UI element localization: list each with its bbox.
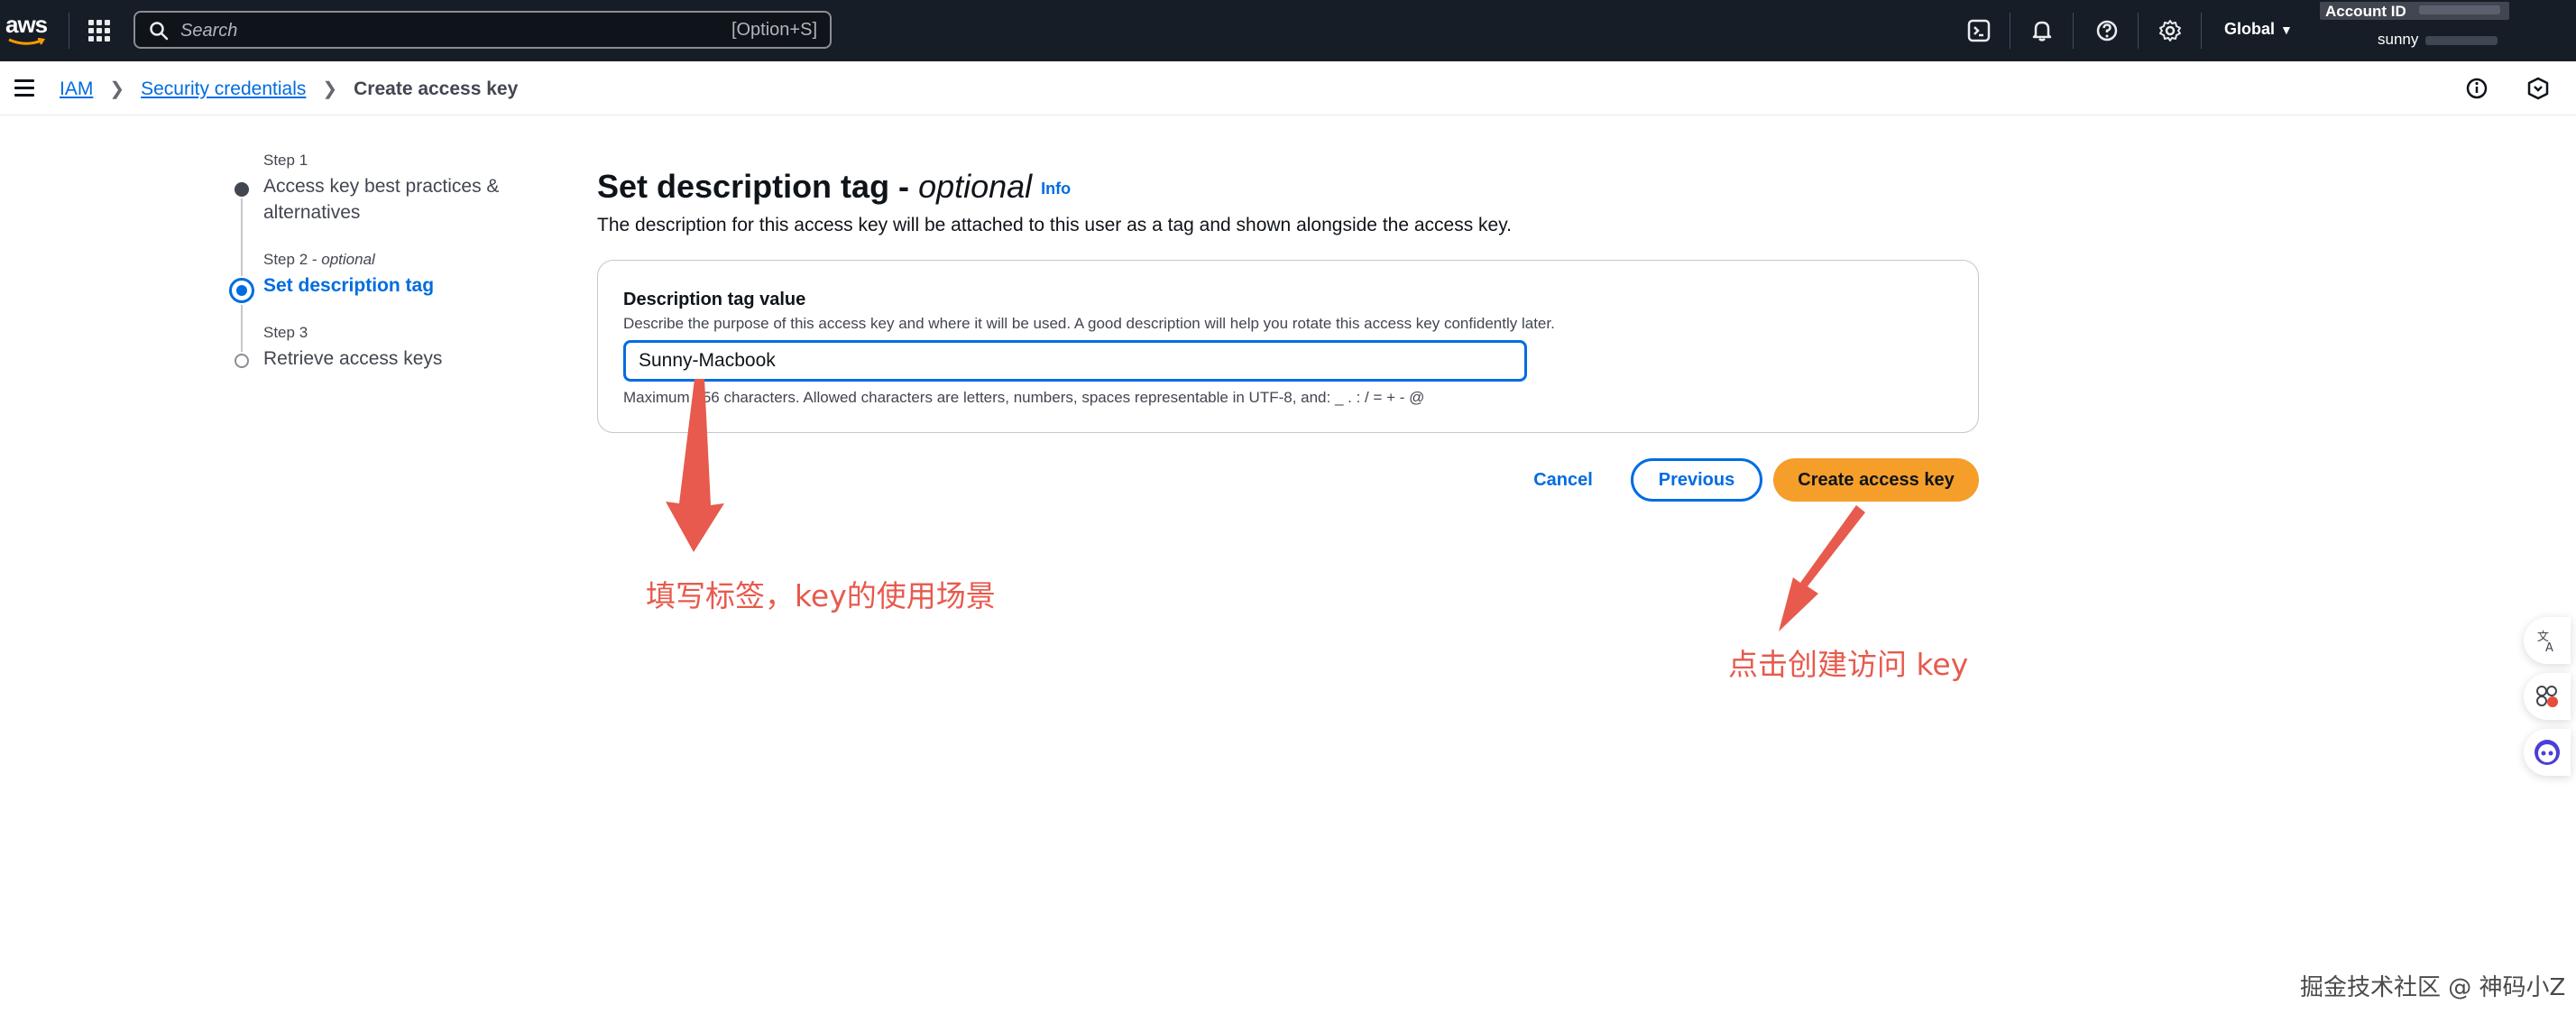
wizard-step-3: Step 3 Retrieve access keys <box>216 324 514 372</box>
account-id-badge: Account ID <box>2320 2 2509 20</box>
annotation-arrow-down-left <box>1779 505 1865 631</box>
step-optional-label: optional <box>321 251 375 268</box>
page-title: Set description tag - optional Info <box>597 168 1072 205</box>
breadcrumb-bar: IAM ❯ Security credentials ❯ Create acce… <box>0 61 2576 115</box>
chevron-right-icon: ❯ <box>109 79 125 99</box>
description-tag-input[interactable] <box>623 340 1527 382</box>
apps-badge-icon[interactable] <box>2524 673 2571 720</box>
step-label: Retrieve access keys <box>263 348 443 369</box>
wizard-step-1[interactable]: Step 1 Access key best practices & alter… <box>216 152 514 251</box>
field-constraint-hint: Maximum 256 characters. Allowed characte… <box>623 389 1425 406</box>
feedback-icon[interactable] <box>2525 76 2551 101</box>
step-number: Step 2 - optional <box>263 251 375 268</box>
aws-logo-text: aws <box>5 11 48 38</box>
cancel-button[interactable]: Cancel <box>1519 458 1607 502</box>
search-icon <box>150 22 169 41</box>
nav-divider <box>2201 13 2202 49</box>
account-id-label: Account ID <box>2325 3 2406 20</box>
info-panel-icon[interactable] <box>2464 76 2489 101</box>
search-input[interactable] <box>179 18 633 43</box>
aws-logo[interactable]: aws <box>5 11 49 51</box>
translate-icon[interactable]: 文A <box>2524 617 2571 664</box>
watermark: 掘金技术社区 @ 神码小Z <box>2300 974 2566 1001</box>
chevron-right-icon: ❯ <box>322 79 338 99</box>
create-access-key-button[interactable]: Create access key <box>1773 458 1979 502</box>
info-link[interactable]: Info <box>1041 180 1071 198</box>
global-search-bar[interactable]: [Option+S] <box>133 11 832 49</box>
services-menu-icon[interactable] <box>88 20 110 41</box>
top-navigation-bar: aws [Option+S] Global ▼ Account ID <box>0 0 2576 61</box>
title-optional-label: optional <box>918 168 1033 205</box>
user-menu[interactable]: sunny <box>2378 31 2498 49</box>
breadcrumb-current: Create access key <box>354 78 519 99</box>
region-selector[interactable]: Global ▼ <box>2224 20 2293 39</box>
wizard-step-2[interactable]: Step 2 - optional Set description tag <box>216 251 514 324</box>
wizard-steps: Step 1 Access key best practices & alter… <box>216 152 514 372</box>
step-label: Access key best practices & alternatives <box>263 176 500 223</box>
description-tag-container: Description tag value Describe the purpo… <box>597 260 1979 433</box>
search-shortcut-hint: [Option+S] <box>731 20 817 40</box>
annotation-click-create: 点击创建访问 key <box>1728 647 1969 682</box>
breadcrumb-link-security-credentials[interactable]: Security credentials <box>141 78 306 100</box>
field-description: Describe the purpose of this access key … <box>623 315 1555 332</box>
annotation-fill-tag: 填写标签，key的使用场景 <box>646 578 996 613</box>
breadcrumb-link-iam[interactable]: IAM <box>60 78 93 100</box>
step-label: Set description tag <box>263 275 435 296</box>
help-icon[interactable] <box>2093 16 2121 45</box>
hamburger-menu-icon[interactable] <box>14 79 34 97</box>
page-description: The description for this access key will… <box>597 215 1512 235</box>
cloudshell-icon[interactable] <box>1964 16 1993 45</box>
step-number: Step 3 <box>263 324 308 341</box>
settings-gear-icon[interactable] <box>2156 16 2185 45</box>
caret-down-icon: ▼ <box>2280 23 2293 37</box>
nav-divider <box>2073 13 2074 49</box>
region-label: Global <box>2224 20 2276 38</box>
redacted-user-info <box>2425 35 2498 45</box>
notifications-bell-icon[interactable] <box>2028 16 2056 45</box>
nav-divider <box>2138 13 2139 49</box>
redacted-account-id <box>2419 5 2500 14</box>
assistant-bot-icon[interactable] <box>2524 729 2571 776</box>
previous-button[interactable]: Previous <box>1631 458 1762 502</box>
svg-text:A: A <box>2545 641 2553 653</box>
aws-smile-icon <box>8 38 46 45</box>
field-label: Description tag value <box>623 290 806 309</box>
breadcrumb: IAM ❯ Security credentials ❯ Create acce… <box>60 78 518 100</box>
step-number: Step 1 <box>263 152 308 169</box>
user-name: sunny <box>2378 31 2419 48</box>
